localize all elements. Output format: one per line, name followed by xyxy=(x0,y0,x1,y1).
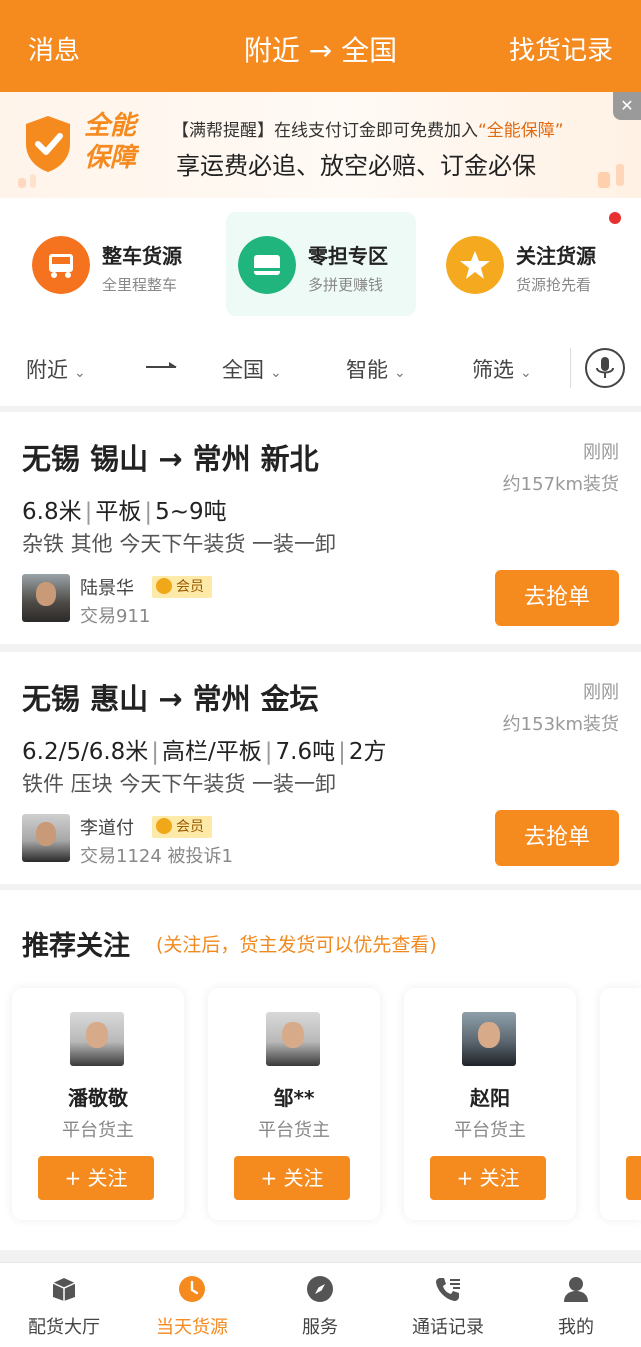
trade-count: 交易911 xyxy=(80,606,151,627)
follow-button[interactable]: + 关注 xyxy=(430,1156,546,1200)
truck-icon xyxy=(32,236,90,294)
top-bar: 消息 附近 → 全国 找货记录 xyxy=(0,0,641,92)
shipper-card[interactable]: 邹** 平台货主 + 关注 xyxy=(208,988,380,1220)
clock-icon xyxy=(179,1276,205,1302)
phone-icon xyxy=(436,1278,460,1301)
goods-info: 铁件 压块 今天下午装货 一装一卸 xyxy=(22,772,337,796)
notification-dot xyxy=(609,212,621,224)
tab-label: 我的 xyxy=(558,1317,594,1338)
avatar[interactable] xyxy=(22,814,70,862)
pickup-distance: 约157km装货 xyxy=(502,474,619,495)
box-icon xyxy=(52,1278,76,1301)
quick-entries: 整车货源 全里程整车 零担专区 多拼更赚钱 关注货源 货源抢先看 xyxy=(0,198,641,330)
shipper-role: 平台货主 xyxy=(454,1120,526,1141)
entry-full-truck[interactable]: 整车货源 全里程整车 xyxy=(20,212,210,316)
follow-button[interactable]: + 关注 xyxy=(234,1156,350,1200)
shipper-role: 平台货主 xyxy=(258,1120,330,1141)
entry-title: 零担专区 xyxy=(308,244,388,268)
entry-title: 整车货源 xyxy=(102,244,182,268)
entry-title: 关注货源 xyxy=(516,244,596,268)
truck-specs: 6.8米 | 平板 | 5~9吨 xyxy=(22,499,227,525)
package-icon xyxy=(238,236,296,294)
banner-slogan: 享运费必追、放空必赔、订金必保 xyxy=(176,152,536,180)
more-filter[interactable]: 筛选 ⌄ xyxy=(472,354,532,384)
tab-mine[interactable]: 我的 xyxy=(512,1263,640,1347)
post-time: 刚刚 xyxy=(583,682,619,703)
section-title: 推荐关注 xyxy=(22,931,130,962)
entry-sub: 全里程整车 xyxy=(102,276,178,294)
tab-cargo-hall[interactable]: 配货大厅 xyxy=(0,1263,128,1347)
tab-today-cargo[interactable]: 当天货源 xyxy=(128,1263,256,1347)
shipper-card[interactable]: 赵阳 平台货主 + 关注 xyxy=(404,988,576,1220)
avatar[interactable] xyxy=(266,1012,320,1066)
avatar[interactable] xyxy=(22,574,70,622)
chevron-down-icon: ⌄ xyxy=(394,365,406,381)
cargo-card[interactable]: 无锡 惠山 → 常州 金坛 刚刚 约153km装货 6.2/5/6.8米 | 高栏/… xyxy=(0,652,641,884)
recommend-section: 推荐关注 (关注后，货主发货可以优先查看) 潘敬敬 平台货主 + 关注 邹** … xyxy=(0,890,641,1250)
banner-tip: 【满帮提醒】在线支付订金即可免费加入“全能保障” xyxy=(172,121,564,141)
chevron-down-icon: ⌄ xyxy=(520,365,532,381)
follow-button-partial[interactable] xyxy=(626,1156,641,1200)
tab-label: 通话记录 xyxy=(412,1317,484,1338)
bottom-tab-bar: 配货大厅 当天货源 服务 通话记录 我的 xyxy=(0,1262,641,1347)
truck-specs: 6.2/5/6.8米 | 高栏/平板 | 7.6吨 | 2方 xyxy=(22,739,387,765)
tab-label: 当天货源 xyxy=(156,1317,228,1338)
goods-info: 杂铁 其他 今天下午装货 一装一卸 xyxy=(22,532,337,556)
guarantee-banner[interactable]: 全能 保障 【满帮提醒】在线支付订金即可免费加入“全能保障” 享运费必追、放空必… xyxy=(0,92,641,198)
sort-filter[interactable]: 智能 ⌄ xyxy=(346,354,406,384)
post-time: 刚刚 xyxy=(583,442,619,463)
cargo-history-link[interactable]: 找货记录 xyxy=(509,30,613,67)
arrow-right-icon xyxy=(146,362,177,368)
shipper-name: 邹** xyxy=(273,1086,315,1110)
compass-icon xyxy=(307,1276,333,1302)
medal-icon xyxy=(156,578,172,594)
tab-label: 服务 xyxy=(302,1317,338,1338)
shipper-name: 潘敬敬 xyxy=(68,1086,128,1110)
tab-label: 配货大厅 xyxy=(28,1317,100,1338)
entry-followed[interactable]: 关注货源 货源抢先看 xyxy=(434,212,624,316)
shipper-name: 赵阳 xyxy=(470,1086,510,1110)
pickup-distance: 约153km装货 xyxy=(502,714,619,735)
microphone-icon[interactable] xyxy=(584,347,626,389)
star-icon xyxy=(446,236,504,294)
shipper-card[interactable]: 潘敬敬 平台货主 + 关注 xyxy=(12,988,184,1220)
avatar[interactable] xyxy=(462,1012,516,1066)
avatar[interactable] xyxy=(70,1012,124,1066)
entry-ltl[interactable]: 零担专区 多拼更赚钱 xyxy=(226,212,416,316)
grab-order-button[interactable]: 去抢单 xyxy=(495,810,619,866)
cargo-card[interactable]: 无锡 锡山 → 常州 新北 刚刚 约157km装货 6.8米 | 平板 | 5~9吨 杂… xyxy=(0,412,641,644)
route-text: 无锡 锡山 → 常州 新北 xyxy=(22,442,319,476)
route-text: 无锡 惠山 → 常州 金坛 xyxy=(22,682,319,716)
user-icon xyxy=(564,1277,588,1302)
origin-filter[interactable]: 附近 ⌄ xyxy=(26,354,86,384)
tab-call-records[interactable]: 通话记录 xyxy=(384,1263,512,1347)
shipper-card-partial[interactable] xyxy=(600,988,641,1220)
decor-dot xyxy=(18,178,26,188)
shipper-role: 平台货主 xyxy=(62,1120,134,1141)
follow-button[interactable]: + 关注 xyxy=(38,1156,154,1200)
section-subtitle: (关注后，货主发货可以优先查看) xyxy=(156,934,437,956)
tab-service[interactable]: 服务 xyxy=(256,1263,384,1347)
grab-order-button[interactable]: 去抢单 xyxy=(495,570,619,626)
shield-icon xyxy=(26,116,70,172)
chevron-down-icon: ⌄ xyxy=(74,365,86,381)
decor-dot xyxy=(616,164,624,186)
vip-badge: 会员 xyxy=(152,576,212,598)
entry-sub: 货源抢先看 xyxy=(516,276,592,294)
entry-sub: 多拼更赚钱 xyxy=(308,276,384,294)
vip-badge: 会员 xyxy=(152,816,212,838)
shipper-name: 李道付 xyxy=(80,818,134,839)
shipper-name: 陆景华 xyxy=(80,578,134,599)
trade-count: 交易1124 被投诉1 xyxy=(80,846,233,867)
medal-icon xyxy=(156,818,172,834)
close-icon[interactable]: ✕ xyxy=(613,92,641,120)
filter-bar: 附近 ⌄ 全国 ⌄ 智能 ⌄ 筛选 ⌄ xyxy=(0,330,641,406)
chevron-down-icon: ⌄ xyxy=(270,365,282,381)
destination-filter[interactable]: 全国 ⌄ xyxy=(222,354,282,384)
decor-dot xyxy=(598,172,610,188)
brand-text: 全能 保障 xyxy=(84,111,137,173)
decor-dot xyxy=(30,174,36,188)
divider xyxy=(570,348,571,388)
